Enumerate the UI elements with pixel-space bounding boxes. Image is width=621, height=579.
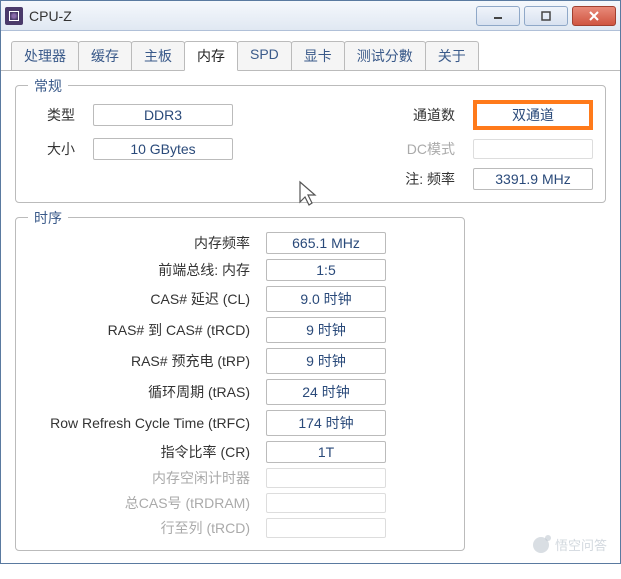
tab-3[interactable]: 内存 [184,41,238,71]
timing-value-0: 665.1 MHz [266,232,386,254]
timing-value-6: 174 时钟 [266,410,386,436]
value-channels: 双通道 [483,105,583,125]
tab-1[interactable]: 缓存 [78,41,132,70]
timing-label-8: 内存空闲计时器 [28,468,258,488]
timing-value-3: 9 时钟 [266,317,386,343]
timing-value-5: 24 时钟 [266,379,386,405]
minimize-button[interactable] [476,6,520,26]
value-type: DDR3 [93,104,233,126]
timing-label-3: RAS# 到 CAS# (tRCD) [28,320,258,340]
app-window: CPU-Z 处理器缓存主板内存SPD显卡测试分數关于 常规 类型 DDR3 通道… [0,0,621,564]
groupbox-general-title: 常规 [28,76,68,96]
window-controls [476,6,616,26]
titlebar[interactable]: CPU-Z [1,1,620,31]
tab-7[interactable]: 关于 [425,41,479,70]
tab-bar: 处理器缓存主板内存SPD显卡测试分數关于 [1,31,620,71]
tab-0[interactable]: 处理器 [11,41,79,70]
value-size: 10 GBytes [93,138,233,160]
timing-label-6: Row Refresh Cycle Time (tRFC) [28,415,258,431]
timing-value-4: 9 时钟 [266,348,386,374]
timing-label-4: RAS# 预充电 (tRP) [28,351,258,371]
label-size: 大小 [28,139,83,159]
label-nb-freq: 注: 频率 [383,169,463,189]
value-dc-mode [473,139,593,159]
timing-label-2: CAS# 延迟 (CL) [28,289,258,309]
timing-value-2: 9.0 时钟 [266,286,386,312]
window-title: CPU-Z [29,8,476,24]
timing-value-9 [266,493,386,513]
watermark-icon [533,537,549,553]
maximize-button[interactable] [524,6,568,26]
tab-4[interactable]: SPD [237,41,292,70]
timing-label-1: 前端总线: 内存 [28,260,258,280]
close-button[interactable] [572,6,616,26]
groupbox-general: 常规 类型 DDR3 通道数 双通道 大小 10 GBytes DC模式 注: … [15,85,606,203]
tab-5[interactable]: 显卡 [291,41,345,70]
watermark: 悟空问答 [533,535,607,554]
watermark-text: 悟空问答 [555,535,607,554]
timing-label-5: 循环周期 (tRAS) [28,382,258,402]
label-channels: 通道数 [383,105,463,125]
timing-value-1: 1:5 [266,259,386,281]
timing-label-7: 指令比率 (CR) [28,442,258,462]
label-dc-mode: DC模式 [383,139,463,159]
groupbox-timings-title: 时序 [28,208,68,228]
timing-value-7: 1T [266,441,386,463]
timing-value-8 [266,468,386,488]
timing-label-9: 总CAS号 (tRDRAM) [28,493,258,513]
highlight-channels: 双通道 [473,100,593,130]
app-icon [5,7,23,25]
groupbox-timings: 时序 内存频率665.1 MHz前端总线: 内存1:5CAS# 延迟 (CL)9… [15,217,465,551]
timing-value-10 [266,518,386,538]
tab-6[interactable]: 测试分數 [344,41,426,70]
value-nb-freq: 3391.9 MHz [473,168,593,190]
timing-label-0: 内存频率 [28,233,258,253]
tab-content-memory: 常规 类型 DDR3 通道数 双通道 大小 10 GBytes DC模式 注: … [1,71,620,579]
label-type: 类型 [28,105,83,125]
timing-label-10: 行至列 (tRCD) [28,518,258,538]
tab-2[interactable]: 主板 [131,41,185,70]
